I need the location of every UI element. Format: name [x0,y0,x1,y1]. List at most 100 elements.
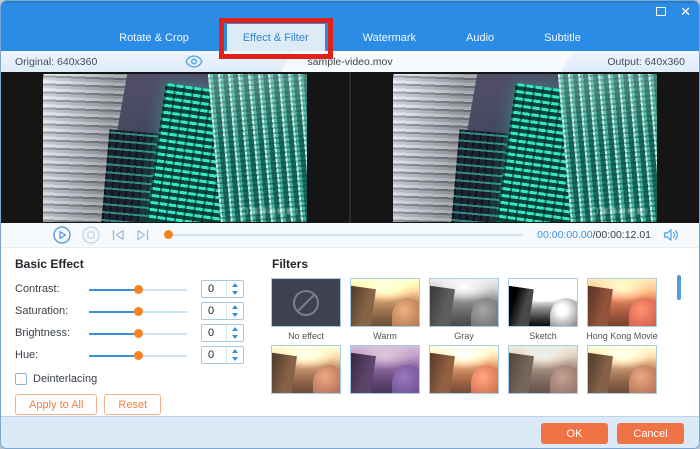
filter-row2-4[interactable] [508,345,578,394]
seek-slider[interactable] [164,229,523,241]
slider-thumb[interactable] [134,329,143,338]
next-frame-icon [136,229,150,241]
compare-preview-button[interactable] [185,55,203,68]
checkbox-icon[interactable] [15,373,27,385]
hue-label: Hue: [15,349,89,361]
filter-preview-image [351,346,419,393]
cancel-button[interactable]: Cancel [617,423,684,444]
filter-thumb[interactable] [350,345,420,394]
watermark-text-blur [251,208,297,214]
tab-label: Rotate & Crop [119,32,189,44]
next-frame-button[interactable] [136,229,150,241]
filters-title: Filters [272,257,699,271]
deinterlacing-checkbox-row[interactable]: Deinterlacing [15,373,271,385]
play-button[interactable] [53,226,71,244]
maximize-button[interactable] [656,7,666,16]
spin-up-button[interactable] [227,281,243,289]
filter-sketch[interactable]: Sketch [508,278,578,345]
filter-thumb[interactable] [508,278,578,327]
filter-row2-5[interactable] [587,345,657,394]
saturation-value-input[interactable] [202,303,226,319]
spin-buttons [226,347,243,363]
slider-fill [89,311,138,313]
filters-panel: Filters No effect Warm Gray [271,248,699,416]
filters-grid: No effect Warm Gray Sketch [271,278,699,394]
watermark-logo-icon [240,207,248,215]
slider-fill [89,355,138,357]
filter-thumb[interactable] [587,278,657,327]
brightness-value-input[interactable] [202,325,226,341]
filter-label: Hong Kong Movie [586,327,658,345]
filters-scrollbar-thumb[interactable] [677,275,681,300]
slider-thumb[interactable] [134,351,143,360]
eye-icon [185,55,203,68]
filter-thumb[interactable] [429,345,499,394]
time-display: 00:00:00.00/00:00:12.01 [537,229,651,241]
spin-down-button[interactable] [227,311,243,319]
glass-tower [207,74,307,222]
spin-up-button[interactable] [227,325,243,333]
saturation-slider[interactable] [89,304,187,319]
slider-thumb[interactable] [134,307,143,316]
prev-frame-button[interactable] [111,229,125,241]
filter-preview-image [509,279,577,326]
brightness-slider[interactable] [89,326,187,341]
filter-row2-3[interactable] [429,345,499,394]
filter-thumb[interactable] [271,278,341,327]
filters-scroll-area[interactable]: No effect Warm Gray Sketch [271,278,699,396]
apply-to-all-button[interactable]: Apply to All [15,394,97,415]
filter-row2-2[interactable] [350,345,420,394]
spin-down-button[interactable] [227,333,243,341]
basic-effect-buttons: Apply to All Reset [15,394,271,415]
filter-gray[interactable]: Gray [429,278,499,345]
filter-thumb[interactable] [350,278,420,327]
filter-no-effect[interactable]: No effect [271,278,341,345]
watermark-logo-icon [590,207,598,215]
filter-preview-image [588,346,656,393]
contrast-label: Contrast: [15,283,89,295]
maximize-icon [656,7,666,16]
filter-thumb[interactable] [508,345,578,394]
effect-filter-dialog: ✕ Rotate & Crop Effect & Filter Watermar… [0,0,700,449]
player-bar: 00:00:00.00/00:00:12.01 [1,223,699,248]
contrast-slider[interactable] [89,282,187,297]
spin-up-button[interactable] [227,303,243,311]
spin-down-button[interactable] [227,289,243,297]
hue-value-input[interactable] [202,347,226,363]
volume-button[interactable] [663,228,679,242]
arrow-up-icon [232,305,238,309]
glass-tower [557,74,657,222]
contrast-value-input[interactable] [202,281,226,297]
arrow-up-icon [232,283,238,287]
brightness-label: Brightness: [15,327,89,339]
filter-thumb[interactable] [271,345,341,394]
spin-up-button[interactable] [227,347,243,355]
tab-subtitle[interactable]: Subtitle [532,24,593,51]
slider-thumb[interactable] [134,285,143,294]
hue-slider[interactable] [89,348,187,363]
filter-row2-1[interactable] [271,345,341,394]
no-effect-icon [293,290,319,316]
filter-thumb[interactable] [429,278,499,327]
seek-track [164,234,523,236]
arrow-down-icon [232,357,238,361]
stop-button[interactable] [82,226,100,244]
spin-down-button[interactable] [227,355,243,363]
ok-button[interactable]: OK [541,423,608,444]
tab-effect-filter[interactable]: Effect & Filter [227,24,325,51]
tab-rotate-crop[interactable]: Rotate & Crop [107,24,201,51]
tab-watermark[interactable]: Watermark [351,24,428,51]
filter-preview-image [430,346,498,393]
filter-warm[interactable]: Warm [350,278,420,345]
filter-hong-kong-movie[interactable]: Hong Kong Movie [587,278,657,345]
filter-thumb[interactable] [587,345,657,394]
reset-button[interactable]: Reset [104,394,161,415]
video-preview-area [1,72,699,223]
tab-label: Subtitle [544,32,581,44]
stock-watermark [590,207,647,215]
output-video-preview [349,72,699,223]
close-button[interactable]: ✕ [680,5,691,18]
filter-preview-image [351,279,419,326]
seek-handle[interactable] [164,230,173,239]
tab-audio[interactable]: Audio [454,24,506,51]
